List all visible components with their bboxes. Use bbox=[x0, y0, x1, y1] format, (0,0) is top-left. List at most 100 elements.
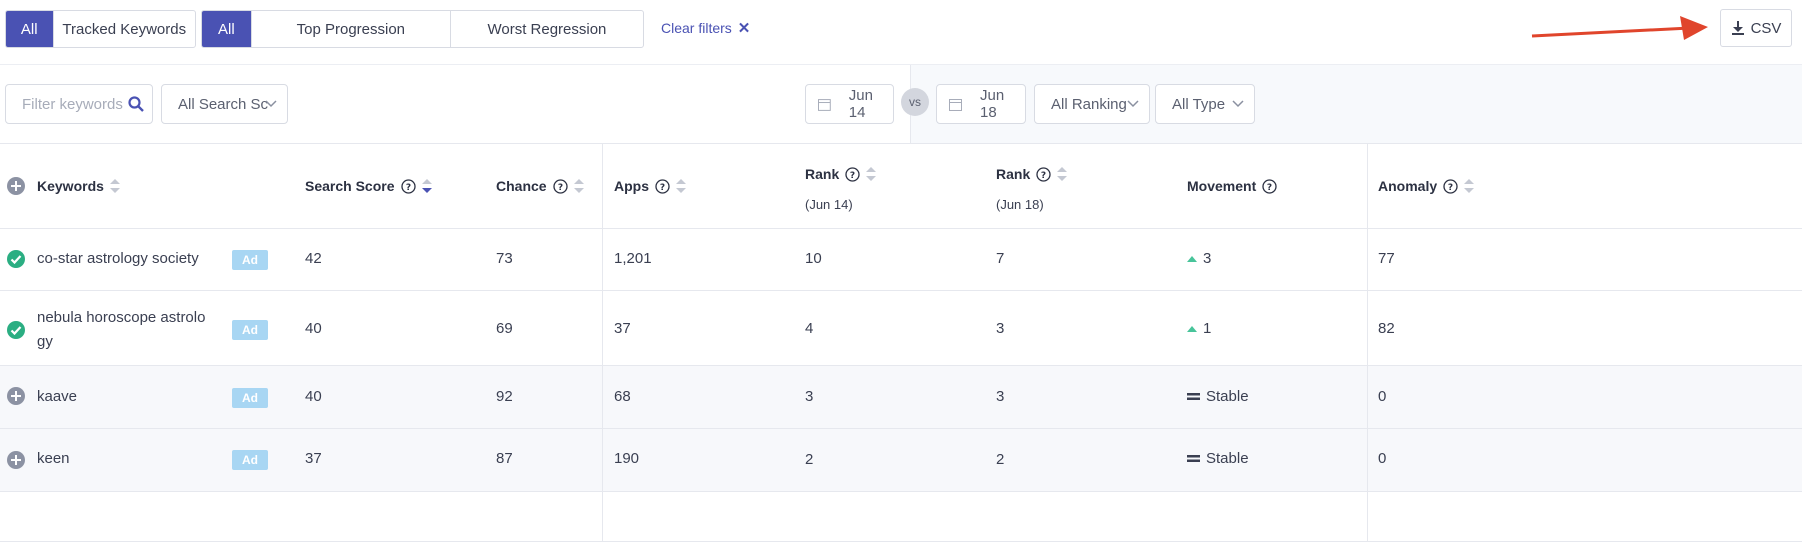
help-icon[interactable]: ? bbox=[845, 166, 860, 182]
search-score-select[interactable]: All Search Sc bbox=[161, 84, 288, 124]
header-chance-label: Chance bbox=[496, 178, 547, 194]
chevron-down-icon bbox=[265, 100, 277, 108]
search-score-value: 37 bbox=[305, 450, 322, 467]
table-row[interactable]: keen Ad 37 87 190 2 2 Stable 0 bbox=[0, 429, 1802, 492]
svg-text:?: ? bbox=[1448, 183, 1453, 193]
column-divider bbox=[1367, 144, 1368, 542]
table-row[interactable]: kaave Ad 40 92 68 3 3 Stable 0 bbox=[0, 366, 1802, 429]
header-anomaly-label: Anomaly bbox=[1378, 178, 1438, 194]
clear-filters-label: Clear filters bbox=[661, 20, 732, 36]
sort-icon bbox=[1464, 179, 1475, 193]
svg-text:?: ? bbox=[1041, 171, 1046, 181]
help-icon[interactable]: ? bbox=[1262, 178, 1277, 194]
type-select[interactable]: All Type bbox=[1155, 84, 1255, 124]
search-icon[interactable] bbox=[128, 96, 144, 112]
header-anomaly[interactable]: Anomaly ? bbox=[1378, 178, 1475, 194]
apps-value: 190 bbox=[614, 450, 640, 467]
help-icon[interactable]: ? bbox=[552, 178, 568, 194]
svg-text:?: ? bbox=[850, 171, 855, 181]
rank-jun14-value: 2 bbox=[805, 451, 814, 468]
tab-tracked-keywords[interactable]: Tracked Keywords bbox=[54, 11, 196, 47]
ad-badge: Ad bbox=[232, 320, 268, 340]
ranking-select[interactable]: All Ranking bbox=[1034, 84, 1150, 124]
tab-scope-all[interactable]: All bbox=[6, 11, 54, 47]
chevron-down-icon bbox=[1232, 100, 1244, 108]
help-icon[interactable]: ? bbox=[1443, 178, 1458, 194]
header-search-score[interactable]: Search Score ? bbox=[305, 178, 432, 194]
header-chance[interactable]: Chance ? bbox=[496, 178, 584, 194]
svg-text:?: ? bbox=[1267, 183, 1272, 193]
rank-jun18-value: 3 bbox=[996, 388, 1005, 405]
add-circle-icon[interactable] bbox=[6, 386, 26, 406]
scope-toggle: All Tracked Keywords bbox=[5, 10, 196, 48]
column-divider bbox=[602, 144, 603, 542]
chance-value: 87 bbox=[496, 450, 513, 467]
close-icon: ✕ bbox=[737, 20, 751, 37]
header-apps[interactable]: Apps ? bbox=[614, 178, 686, 194]
movement-value: 1 bbox=[1203, 320, 1212, 337]
apps-value: 1,201 bbox=[614, 250, 652, 267]
keyword-line-1: nebula horoscope astrolo bbox=[37, 309, 206, 326]
add-all-icon[interactable] bbox=[7, 177, 25, 195]
apps-value: 68 bbox=[614, 388, 631, 405]
date-from-value: Jun 14 bbox=[848, 87, 873, 121]
rank-jun14-value: 10 bbox=[805, 250, 822, 267]
svg-text:?: ? bbox=[557, 183, 562, 193]
calendar-icon bbox=[949, 98, 962, 111]
add-circle-icon[interactable] bbox=[6, 450, 26, 470]
arrow-up-icon bbox=[1187, 325, 1197, 332]
sort-icon bbox=[1057, 167, 1068, 181]
table-row[interactable]: co-star astrology society Ad 42 73 1,201… bbox=[0, 229, 1802, 291]
header-keywords[interactable]: Keywords bbox=[37, 178, 120, 194]
csv-label: CSV bbox=[1750, 19, 1782, 37]
tab-worst-regression[interactable]: Worst Regression bbox=[451, 11, 643, 47]
keyword-text: keen bbox=[37, 450, 70, 467]
equals-icon bbox=[1187, 393, 1200, 400]
help-icon[interactable]: ? bbox=[400, 178, 416, 194]
anomaly-value: 0 bbox=[1378, 450, 1387, 467]
sort-icon bbox=[109, 179, 120, 193]
help-icon[interactable]: ? bbox=[655, 178, 670, 194]
movement-value: 3 bbox=[1203, 250, 1212, 267]
date-to-picker[interactable]: Jun 18 bbox=[936, 84, 1026, 124]
sort-icon bbox=[573, 179, 584, 193]
anomaly-value: 0 bbox=[1378, 388, 1387, 405]
calendar-icon bbox=[818, 98, 831, 111]
checkmark-circle-icon[interactable] bbox=[6, 249, 26, 269]
rank-jun18-value: 7 bbox=[996, 250, 1005, 267]
movement-cell: 3 bbox=[1187, 250, 1211, 267]
header-rank-jun14-label: Rank bbox=[805, 166, 840, 182]
chance-value: 73 bbox=[496, 250, 513, 267]
header-rank-jun18-date: (Jun 18) bbox=[996, 197, 1044, 212]
apps-value: 37 bbox=[614, 320, 631, 337]
clear-filters-button[interactable]: Clear filters ✕ bbox=[661, 19, 750, 37]
help-icon[interactable]: ? bbox=[1036, 166, 1051, 182]
search-placeholder: Filter keywords bbox=[22, 95, 123, 113]
header-rank-jun18[interactable]: Rank ? bbox=[996, 166, 1068, 182]
rank-jun14-value: 3 bbox=[805, 388, 814, 405]
date-from-picker[interactable]: Jun 14 bbox=[805, 84, 894, 124]
table-row[interactable]: nebula horoscope astrolo gy Ad 40 69 37 … bbox=[0, 291, 1802, 366]
search-score-value: All Search Sc bbox=[178, 95, 269, 113]
search-score-value: 40 bbox=[305, 320, 322, 337]
rank-jun18-value: 3 bbox=[996, 320, 1005, 337]
keyword-text: nebula horoscope astrolo gy bbox=[37, 306, 205, 354]
chance-value: 92 bbox=[496, 388, 513, 405]
red-arrow-icon bbox=[1531, 16, 1708, 40]
checkmark-circle-icon[interactable] bbox=[6, 320, 26, 340]
search-input[interactable]: Filter keywords bbox=[5, 84, 153, 124]
ranking-value: All Ranking bbox=[1051, 95, 1127, 113]
date-to-value: Jun 18 bbox=[979, 87, 1005, 121]
header-keywords-label: Keywords bbox=[37, 178, 104, 194]
tab-trend-all[interactable]: All bbox=[202, 11, 252, 47]
header-movement: Movement ? bbox=[1187, 178, 1277, 194]
tab-top-progression[interactable]: Top Progression bbox=[252, 11, 451, 47]
ad-badge: Ad bbox=[232, 250, 268, 270]
header-rank-jun14[interactable]: Rank ? bbox=[805, 166, 877, 182]
sort-icon bbox=[866, 167, 877, 181]
header-rank-jun14-date: (Jun 14) bbox=[805, 197, 853, 212]
csv-export-button[interactable]: CSV bbox=[1720, 9, 1792, 47]
rank-jun14-value: 4 bbox=[805, 320, 814, 337]
movement-value: Stable bbox=[1206, 388, 1249, 405]
chevron-down-icon bbox=[1127, 100, 1139, 108]
